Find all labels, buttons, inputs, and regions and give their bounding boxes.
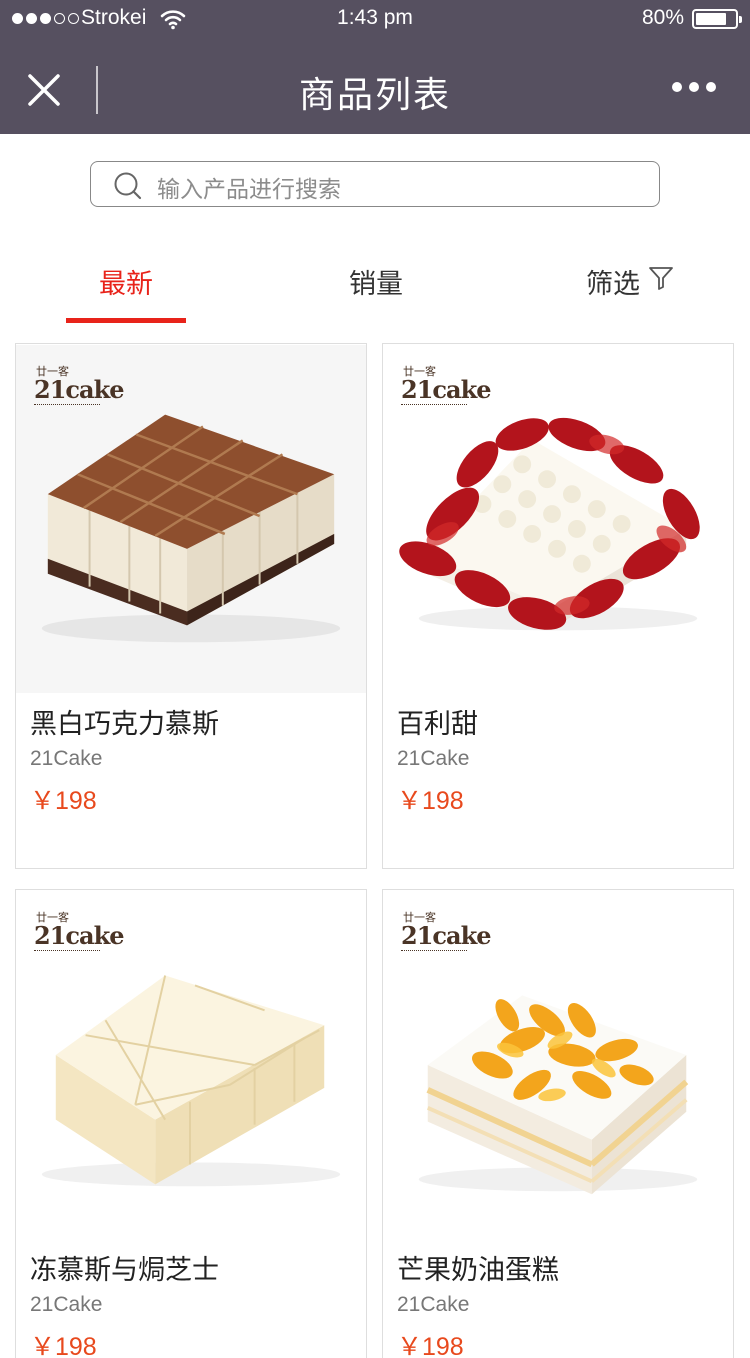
product-price: ￥198 <box>30 1333 97 1358</box>
status-bar: Strokei 1:43 pm 80% <box>0 0 750 40</box>
product-brand: 21Cake <box>30 1293 103 1316</box>
search-placeholder: 输入产品进行搜索 <box>157 177 341 203</box>
product-card[interactable]: 廿一客 21cake 黑白巧克力慕斯 21Cake ￥198 <box>15 343 367 869</box>
brand-logo: 廿一客 21cake <box>401 365 491 405</box>
filter-icon[interactable] <box>648 265 674 291</box>
active-tab-indicator <box>66 318 186 323</box>
product-price: ￥198 <box>397 787 464 815</box>
tab-latest[interactable]: 最新 <box>66 262 186 301</box>
brand-logo: 廿一客 21cake <box>34 911 124 951</box>
battery-percentage: 80% <box>641 6 684 29</box>
tab-filter[interactable]: 筛选 <box>586 262 640 301</box>
page-title: 商品列表 <box>298 75 451 116</box>
product-card[interactable]: 廿一客 21cake 芒果奶油蛋糕 21Cake ￥198 <box>382 889 734 1358</box>
product-price: ￥198 <box>397 1333 464 1358</box>
product-price: ￥198 <box>30 787 97 815</box>
product-card[interactable]: 廿一客 21cake 百利甜 21Cake ￥198 <box>382 343 734 869</box>
product-brand: 21Cake <box>397 1293 470 1316</box>
product-name: 冻慕斯与焗芝士 <box>30 1255 219 1286</box>
brand-logo: 廿一客 21cake <box>34 365 124 405</box>
product-card[interactable]: 廿一客 21cake 冻慕斯与焗芝士 21Cake ￥198 <box>15 889 367 1358</box>
search-icon <box>114 172 142 200</box>
search-input[interactable]: 输入产品进行搜索 <box>90 161 660 207</box>
more-options-icon[interactable] <box>672 82 716 92</box>
product-name: 黑白巧克力慕斯 <box>30 709 219 740</box>
product-brand: 21Cake <box>30 747 103 770</box>
product-brand: 21Cake <box>397 747 470 770</box>
product-name: 芒果奶油蛋糕 <box>397 1255 559 1286</box>
tab-sales[interactable]: 销量 <box>316 262 436 301</box>
product-name: 百利甜 <box>397 709 478 740</box>
battery-fill <box>696 13 726 25</box>
status-time: 1:43 pm <box>337 6 413 29</box>
battery-icon <box>692 9 742 29</box>
top-bar: Strokei 1:43 pm 80% 商品列表 <box>0 0 750 134</box>
brand-logo: 廿一客 21cake <box>401 911 491 951</box>
